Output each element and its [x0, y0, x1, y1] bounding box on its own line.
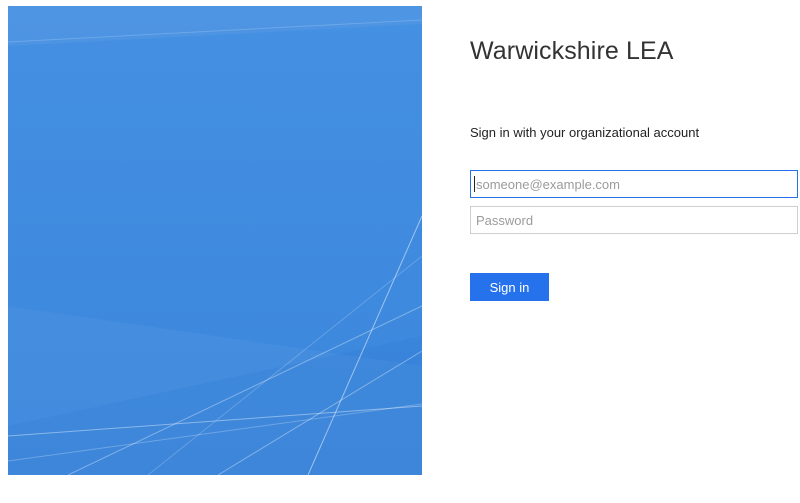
- background-illustration: [8, 6, 422, 475]
- sign-in-button[interactable]: Sign in: [470, 273, 549, 301]
- email-field-wrapper: [470, 170, 798, 198]
- sign-in-panel: Warwickshire LEA Sign in with your organ…: [470, 0, 800, 503]
- text-cursor: [474, 176, 475, 192]
- password-input[interactable]: [470, 206, 798, 234]
- abstract-lines-graphic: [8, 6, 422, 475]
- login-page: Warwickshire LEA Sign in with your organ…: [0, 0, 800, 503]
- email-input[interactable]: [470, 170, 798, 198]
- organization-title: Warwickshire LEA: [470, 37, 674, 65]
- sign-in-heading: Sign in with your organizational account: [470, 125, 700, 140]
